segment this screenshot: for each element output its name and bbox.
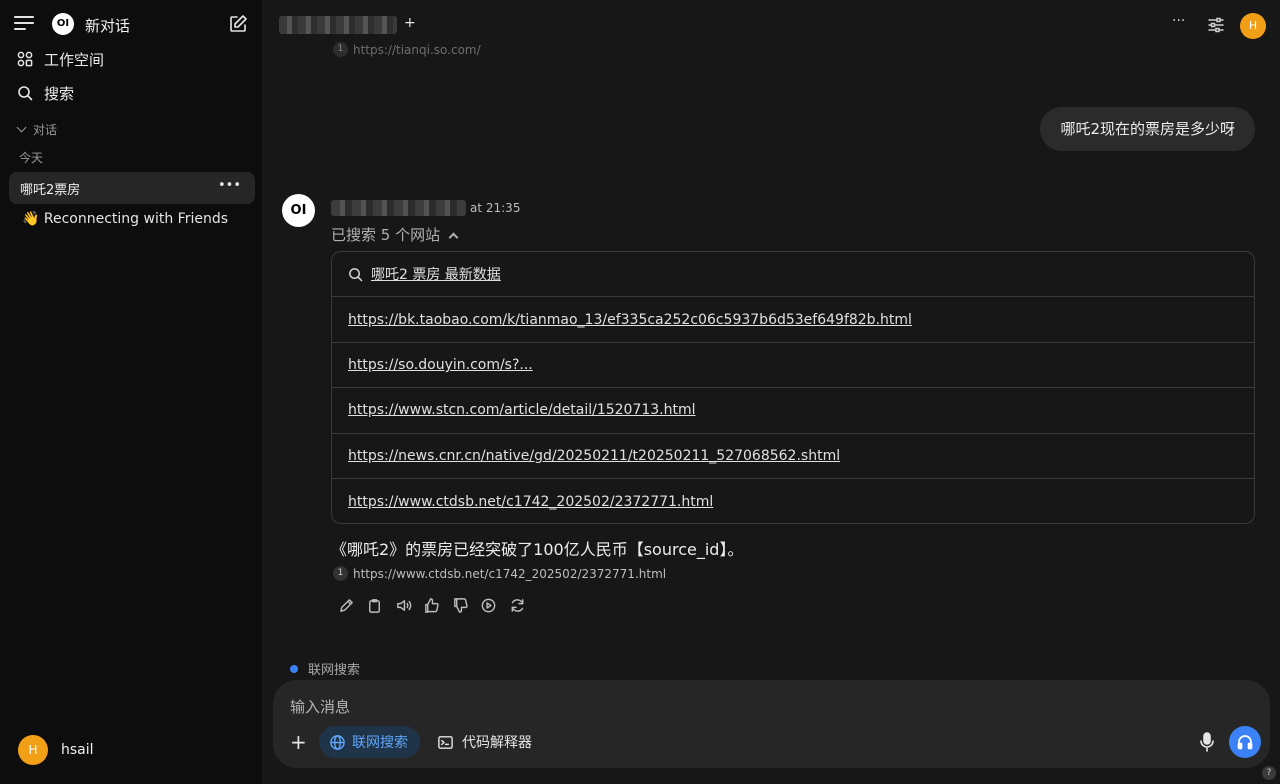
- sidebar: OI 新对话 工作空间 搜索 对话 今天 哪吒2票房 ••• 👋 Reconne…: [0, 0, 262, 784]
- thumbs-down-icon[interactable]: [450, 596, 470, 614]
- chevron-up-icon: [448, 232, 459, 242]
- web-search-chip-label: 联网搜索: [352, 735, 408, 751]
- sidebar-item-label: 搜索: [44, 84, 75, 103]
- message-input[interactable]: 输入消息: [290, 696, 350, 717]
- more-options-icon[interactable]: •••: [218, 178, 241, 193]
- user-message: 哪吒2现在的票房是多少呀: [1040, 107, 1255, 151]
- chat-item-active[interactable]: 哪吒2票房 •••: [9, 172, 255, 204]
- web-search-status-label: 联网搜索: [308, 663, 361, 678]
- code-interpreter-toggle-button[interactable]: 代码解释器: [437, 726, 532, 758]
- chevron-down-icon: [16, 122, 27, 133]
- citation-number: 1: [333, 566, 348, 581]
- search-summary-label: 已搜索 5 个网站: [331, 226, 441, 244]
- speaker-icon[interactable]: [393, 596, 413, 614]
- search-result-link[interactable]: https://bk.taobao.com/k/tianmao_13/ef335…: [348, 312, 912, 328]
- regenerate-icon[interactable]: [507, 596, 527, 614]
- section-label: 对话: [33, 123, 58, 137]
- user-menu[interactable]: H hsail: [18, 735, 94, 765]
- message-timestamp: at 21:35: [470, 201, 521, 215]
- search-result-link[interactable]: https://www.ctdsb.net/c1742_202502/23727…: [348, 494, 713, 510]
- web-search-toggle-button[interactable]: 联网搜索: [319, 726, 420, 758]
- more-menu-button[interactable]: ···: [1172, 13, 1185, 29]
- copy-icon[interactable]: [365, 596, 385, 614]
- grid-icon: [16, 50, 34, 68]
- edit-icon[interactable]: [336, 596, 356, 614]
- search-result: https://so.douyin.com/s?...: [332, 343, 1254, 389]
- globe-icon: [330, 734, 345, 750]
- search-icon: [348, 267, 363, 282]
- search-result: https://news.cnr.cn/native/gd/20250211/t…: [332, 434, 1254, 479]
- message-composer: 输入消息 + 联网搜索 代码解释器: [273, 680, 1270, 768]
- section-toggle-conversations[interactable]: 对话: [16, 121, 58, 138]
- previous-citation[interactable]: 1 https://tianqi.so.com/: [333, 42, 481, 57]
- search-results-panel: 哪吒2 票房 最新数据 https://bk.taobao.com/k/tian…: [331, 251, 1255, 524]
- search-summary-toggle[interactable]: 已搜索 5 个网站: [331, 224, 459, 245]
- search-result-link[interactable]: https://so.douyin.com/s?...: [348, 357, 533, 373]
- answer-citation[interactable]: 1 https://www.ctdsb.net/c1742_202502/237…: [333, 566, 666, 581]
- sidebar-item-label: 工作空间: [44, 50, 105, 69]
- play-icon[interactable]: [479, 596, 499, 614]
- citation-number: 1: [333, 42, 348, 57]
- search-result-link[interactable]: https://news.cnr.cn/native/gd/20250211/t…: [348, 448, 840, 464]
- message-actions: [336, 596, 536, 614]
- assistant-answer: 《哪吒2》的票房已经突破了100亿人民币【source_id】。: [331, 540, 744, 559]
- web-search-status[interactable]: 联网搜索: [290, 659, 360, 678]
- microphone-icon[interactable]: [1197, 731, 1217, 753]
- help-button[interactable]: ?: [1262, 766, 1276, 780]
- settings-sliders-icon[interactable]: [1207, 16, 1225, 34]
- user-name: hsail: [61, 742, 94, 758]
- search-icon: [16, 84, 34, 102]
- add-attachment-button[interactable]: +: [290, 730, 307, 754]
- compose-icon[interactable]: [228, 14, 248, 34]
- sidebar-item-workspace[interactable]: 工作空间: [16, 47, 104, 71]
- new-chat-button[interactable]: 新对话: [85, 15, 130, 36]
- menu-icon[interactable]: [14, 16, 34, 34]
- model-selector[interactable]: [279, 16, 397, 34]
- search-query[interactable]: 哪吒2 票房 最新数据: [371, 264, 501, 284]
- avatar: H: [18, 735, 48, 765]
- avatar[interactable]: H: [1240, 13, 1266, 39]
- headphones-icon: [1237, 735, 1253, 750]
- citation-url: https://tianqi.so.com/: [353, 42, 481, 57]
- terminal-icon: [438, 735, 453, 749]
- chat-title: 哪吒2票房: [20, 183, 81, 198]
- search-query-row[interactable]: 哪吒2 票房 最新数据: [332, 252, 1254, 298]
- assistant-avatar: OI: [282, 194, 315, 227]
- sidebar-header: OI 新对话: [0, 8, 262, 42]
- search-result-link[interactable]: https://www.stcn.com/article/detail/1520…: [348, 402, 696, 418]
- code-interpreter-chip-label: 代码解释器: [462, 735, 532, 751]
- voice-mode-button[interactable]: [1229, 726, 1261, 758]
- search-result: https://www.stcn.com/article/detail/1520…: [332, 388, 1254, 434]
- search-result: https://bk.taobao.com/k/tianmao_13/ef335…: [332, 297, 1254, 343]
- citation-url: https://www.ctdsb.net/c1742_202502/23727…: [353, 566, 667, 581]
- status-dot: [290, 664, 298, 673]
- sidebar-item-search[interactable]: 搜索: [16, 81, 74, 105]
- app-logo: OI: [52, 13, 74, 35]
- search-result: https://www.ctdsb.net/c1742_202502/23727…: [332, 479, 1254, 523]
- thumbs-up-icon[interactable]: [422, 596, 442, 614]
- add-model-button[interactable]: +: [404, 15, 416, 31]
- chat-item[interactable]: 👋 Reconnecting with Friends: [22, 211, 228, 227]
- assistant-name: [331, 200, 466, 216]
- date-group-label: 今天: [19, 151, 44, 165]
